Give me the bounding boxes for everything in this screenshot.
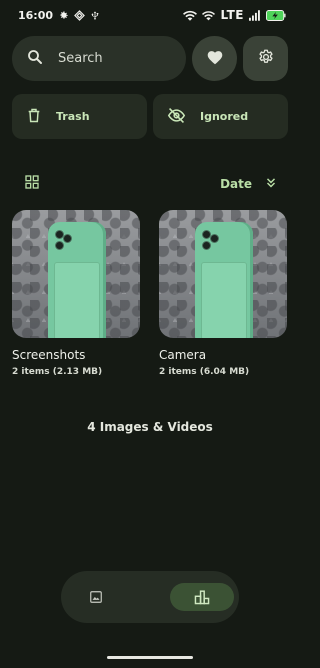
nav-photos[interactable] (89, 590, 103, 604)
eye-off-icon (167, 107, 186, 127)
ignored-button[interactable]: Ignored (153, 94, 288, 139)
album-title: Camera (159, 348, 207, 362)
usb-icon (90, 10, 100, 21)
grid-icon (25, 175, 39, 189)
search-bar[interactable]: Search (12, 36, 186, 81)
search-row: Search (12, 36, 288, 81)
trash-button[interactable]: Trash (12, 94, 147, 139)
albums-icon (194, 590, 210, 605)
settings-button[interactable] (243, 36, 288, 81)
network-type: LTE (220, 8, 244, 22)
gear-icon (257, 48, 275, 70)
nav-albums[interactable] (170, 583, 234, 611)
home-indicator[interactable] (107, 656, 193, 659)
phone-photo (195, 222, 253, 338)
sort-control[interactable]: Date (220, 175, 278, 194)
album-card[interactable]: Camera 2 items (6.04 MB) (159, 210, 288, 377)
wifi-icon (183, 10, 198, 21)
grid-view-button[interactable] (24, 174, 40, 194)
album-thumbnail (12, 210, 140, 338)
status-right: LTE (183, 8, 286, 22)
ignored-label: Ignored (200, 110, 249, 123)
double-chevron-down-icon (264, 175, 278, 194)
sort-label: Date (220, 177, 252, 191)
trash-icon (26, 107, 42, 127)
album-card[interactable]: Screenshots 2 items (2.13 MB) (12, 210, 141, 377)
bottom-navigation (61, 571, 239, 623)
heart-icon (206, 49, 224, 69)
action-row: Trash Ignored (12, 94, 288, 139)
diamond-icon (74, 9, 85, 21)
trash-label: Trash (56, 110, 90, 123)
search-icon (26, 48, 44, 70)
album-grid: Screenshots 2 items (2.13 MB) Camera 2 i… (12, 210, 288, 377)
album-thumbnail (159, 210, 287, 338)
album-title: Screenshots (12, 348, 86, 362)
phone-photo (48, 222, 106, 338)
album-subtitle: 2 items (2.13 MB) (12, 367, 103, 377)
media-count: 4 Images & Videos (87, 420, 213, 434)
wifi-calling-icon (202, 10, 216, 21)
status-left: 16:00 (18, 9, 100, 22)
album-subtitle: 2 items (6.04 MB) (159, 367, 250, 377)
signal-icon (249, 9, 261, 21)
search-label: Search (58, 51, 103, 66)
settings-status-icon (58, 10, 69, 21)
status-time: 16:00 (18, 8, 54, 22)
battery-charging-icon (266, 9, 286, 21)
image-icon (90, 591, 102, 603)
favorites-button[interactable] (192, 36, 237, 81)
status-bar: 16:00 LTE (0, 0, 300, 30)
album-toolbar: Date (24, 172, 278, 196)
